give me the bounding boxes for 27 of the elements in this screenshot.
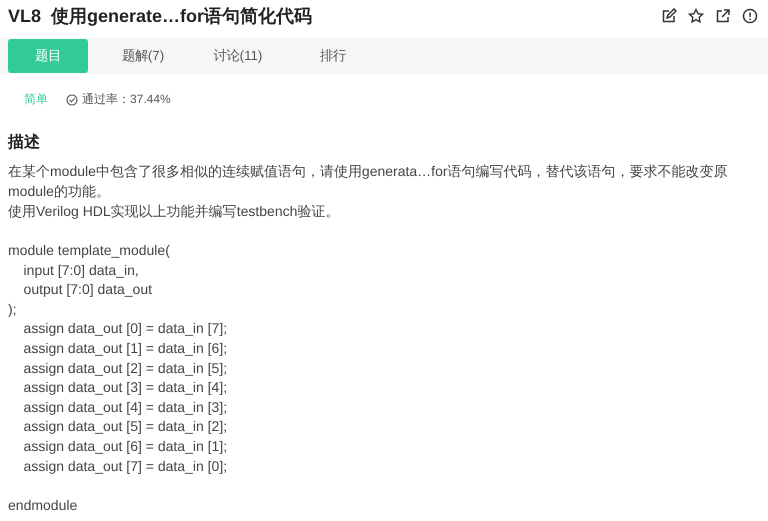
section-title: 描述	[8, 132, 41, 153]
external-link-icon[interactable]	[715, 8, 731, 24]
code-line: assign data_out [0] = data_in [7];	[22, 320, 228, 336]
code-line: assign data_out [6] = data_in [1];	[22, 438, 228, 454]
code-line: output [7:0] data_out	[22, 281, 152, 298]
code-line: );	[8, 300, 17, 317]
code-line: assign data_out [3] = data_in [4];	[22, 379, 228, 396]
star-icon[interactable]	[688, 8, 704, 24]
pass-rate: 通过率：37.44%	[82, 91, 171, 108]
tab[interactable]: 题解(7)	[103, 39, 183, 73]
edit-icon[interactable]	[661, 8, 677, 24]
code-line: assign data_out [5] = data_in [2];	[22, 418, 228, 434]
description-paragraph: 在某个module中包含了很多相似的连续赋值语句，请使用generata…for语句编写代码，替代该语句，要求不能改变原module的功能。	[8, 162, 729, 201]
code-line: assign data_out [7] = data_in [0];	[22, 458, 228, 474]
difficulty-label: 简单	[24, 91, 48, 108]
code-line: assign data_out [4] = data_in [3];	[22, 398, 228, 415]
check-circle-icon	[66, 94, 78, 106]
code-line: assign data_out [1] = data_in [6];	[22, 340, 228, 356]
info-icon[interactable]	[742, 8, 758, 24]
code-line: input [7:0] data_in,	[22, 262, 139, 278]
code-line: assign data_out [2] = data_in [5];	[22, 360, 228, 376]
tab[interactable]: 排行	[293, 39, 373, 73]
tab[interactable]: 讨论(11)	[198, 39, 278, 73]
problem-title: VL8 使用generate…for语句简化代码	[8, 5, 314, 28]
description-paragraph: 使用Verilog HDL实现以上功能并编写testbench验证。	[8, 202, 340, 221]
code-line: module template_module(	[8, 242, 170, 258]
code-line: endmodule	[8, 496, 78, 513]
